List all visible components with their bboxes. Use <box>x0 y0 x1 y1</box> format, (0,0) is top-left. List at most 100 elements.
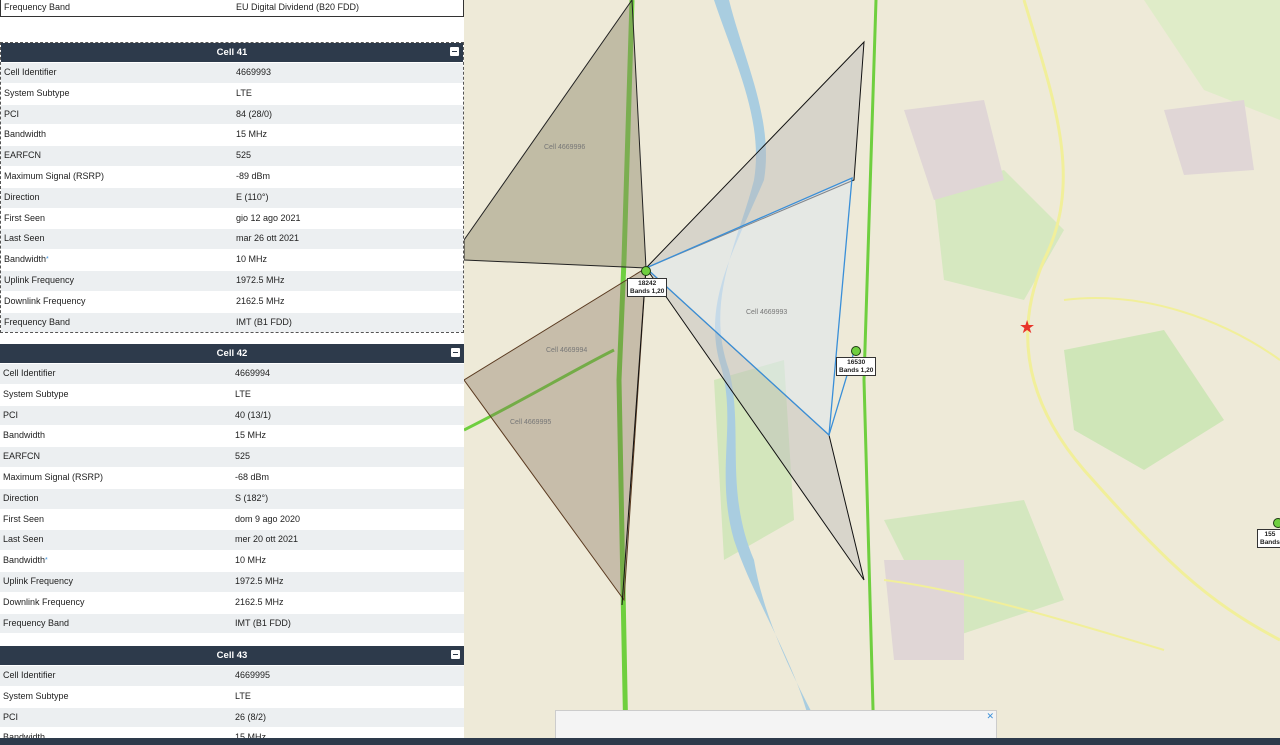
row-label: PCI <box>0 708 232 728</box>
tower-label-16530[interactable]: 16530 Bands 1,20 <box>836 357 877 376</box>
info-row: Bandwidth 15 MHz <box>1 124 463 145</box>
row-label: Bandwidth <box>0 426 232 446</box>
row-label: Maximum Signal (RSRP) <box>0 468 232 488</box>
row-value: 26 (8/2) <box>235 711 267 722</box>
row-value: 2162.5 MHz <box>236 295 285 306</box>
row-label-text: Bandwidth <box>3 555 46 566</box>
map-view[interactable]: Cell 4669996 Cell 4669993 Cell 4669994 C… <box>464 0 1280 745</box>
cell-panel-header: Cell 42 <box>0 344 464 363</box>
row-label-text: Uplink Frequency <box>3 575 74 586</box>
row-label-text: Bandwidth <box>4 254 47 265</box>
row-value: 15 MHz <box>235 430 267 441</box>
cell-title: Cell 42 <box>216 348 248 359</box>
tower-marker-icon[interactable] <box>1273 518 1280 528</box>
row-label: Bandwidth* <box>1 250 233 270</box>
tower-bands: Bands 1,20 <box>839 366 874 374</box>
tower-marker-icon[interactable] <box>641 266 651 276</box>
row-label-text: Cell Identifier <box>3 368 56 378</box>
tower-id: 16530 <box>847 359 866 366</box>
row-value: IMT (B1 FDD) <box>235 617 291 628</box>
info-row: System Subtype LTE <box>0 383 464 405</box>
row-label: First Seen <box>1 209 233 229</box>
row-label: Downlink Frequency <box>1 292 233 312</box>
row-value: -89 dBm <box>236 170 271 181</box>
row-label: PCI <box>1 105 233 125</box>
row-value: 525 <box>235 451 251 462</box>
row-label: Cell Identifier <box>0 666 232 686</box>
bottom-bar <box>0 738 1280 745</box>
info-row: Bandwidth* 10 MHz <box>1 249 463 270</box>
info-row: Uplink Frequency 1972.5 MHz <box>1 269 463 291</box>
info-row: PCI 40 (13/1) <box>0 404 464 426</box>
info-row: Cell Identifier 4669995 <box>0 665 464 686</box>
cell-rows: Cell Identifier 4669995 System Subtype LTE P… <box>0 665 464 745</box>
row-label: Uplink Frequency <box>0 572 232 592</box>
info-row: Cell Identifier 4669993 <box>1 62 463 83</box>
row-value: 84 (28/0) <box>236 108 273 119</box>
row-value: 4669994 <box>235 368 271 378</box>
tower-bands: Bands 1,20 <box>630 287 665 295</box>
row-label-text: Last Seen <box>3 534 44 545</box>
row-label-text: Frequency Band <box>4 316 71 327</box>
cell-panel: Cell 43 Cell Identifier 4669995 System Subt… <box>0 646 464 745</box>
cell-rows: Cell Identifier 4669993 System Subtype LTE P… <box>1 62 463 333</box>
previous-cell-frequency-band-row: Frequency Band EU Digital Dividend (B20 … <box>0 0 464 17</box>
tower-id: 18242 <box>638 280 657 287</box>
row-label-text: PCI <box>3 409 19 420</box>
row-label-text: System Subtype <box>4 87 70 98</box>
cell-panel-header: Cell 43 <box>0 646 464 665</box>
row-label: Bandwidth <box>1 125 233 145</box>
info-row: EARFCN 525 <box>0 446 464 467</box>
tower-label-18242[interactable]: 18242 Bands 1,20 <box>627 278 668 297</box>
map-cell-label: Cell 4669993 <box>746 309 787 316</box>
info-row: Maximum Signal (RSRP) -89 dBm <box>1 165 463 187</box>
info-row: PCI 84 (28/0) <box>1 103 463 125</box>
row-label: Frequency Band <box>4 2 71 12</box>
row-label-text: Maximum Signal (RSRP) <box>3 471 104 482</box>
row-label: Cell Identifier <box>0 364 232 384</box>
row-label: Frequency Band <box>0 614 232 634</box>
info-row: Bandwidth 15 MHz <box>0 425 464 446</box>
row-label-text: Bandwidth <box>4 129 47 140</box>
info-row: Frequency Band IMT (B1 FDD) <box>1 311 463 333</box>
collapse-icon[interactable] <box>451 650 460 659</box>
row-label-text: Direction <box>3 492 39 503</box>
info-row: Frequency Band IMT (B1 FDD) <box>0 612 464 634</box>
row-label: Cell Identifier <box>1 63 233 83</box>
row-label-text: Downlink Frequency <box>3 596 85 607</box>
row-label: Last Seen <box>1 229 233 249</box>
row-value: 4669995 <box>235 670 271 680</box>
tower-id: 155 <box>1264 531 1276 538</box>
map-cell-label: Cell 4669995 <box>510 419 551 426</box>
row-value: 4669993 <box>236 67 272 77</box>
tower-marker-icon[interactable] <box>851 346 861 356</box>
info-row: First Seen dom 9 ago 2020 <box>0 508 464 530</box>
row-value: -68 dBm <box>235 471 270 482</box>
info-row: Uplink Frequency 1972.5 MHz <box>0 570 464 592</box>
info-row: Downlink Frequency 2162.5 MHz <box>0 591 464 613</box>
row-value: LTE <box>235 388 251 399</box>
row-value: EU Digital Dividend (B20 FDD) <box>236 2 360 12</box>
row-value: 1972.5 MHz <box>235 575 284 586</box>
info-row: Cell Identifier 4669994 <box>0 363 464 384</box>
close-ad-icon[interactable]: ✕ <box>986 711 994 722</box>
tower-bands: Bands <box>1260 538 1280 546</box>
row-label: Direction <box>0 489 232 509</box>
row-label-text: PCI <box>3 711 19 722</box>
collapse-icon[interactable] <box>451 348 460 357</box>
row-label: Downlink Frequency <box>0 593 232 613</box>
row-label-text: Cell Identifier <box>3 670 56 680</box>
info-row: Last Seen mar 26 ott 2021 <box>1 228 463 250</box>
info-row: Downlink Frequency 2162.5 MHz <box>1 290 463 312</box>
row-value: 10 MHz <box>235 555 267 566</box>
location-star-icon: ★ <box>1019 317 1035 338</box>
row-label: PCI <box>0 406 232 426</box>
row-label-text: Cell Identifier <box>4 67 57 77</box>
collapse-icon[interactable] <box>450 47 459 56</box>
info-row: Bandwidth* 10 MHz <box>0 550 464 571</box>
row-value: mar 26 ott 2021 <box>236 233 300 244</box>
row-value: IMT (B1 FDD) <box>236 316 292 327</box>
map-cell-label: Cell 4669994 <box>546 347 587 354</box>
tower-label-155[interactable]: 155 Bands <box>1257 529 1280 548</box>
row-value: E (110°) <box>236 191 269 202</box>
